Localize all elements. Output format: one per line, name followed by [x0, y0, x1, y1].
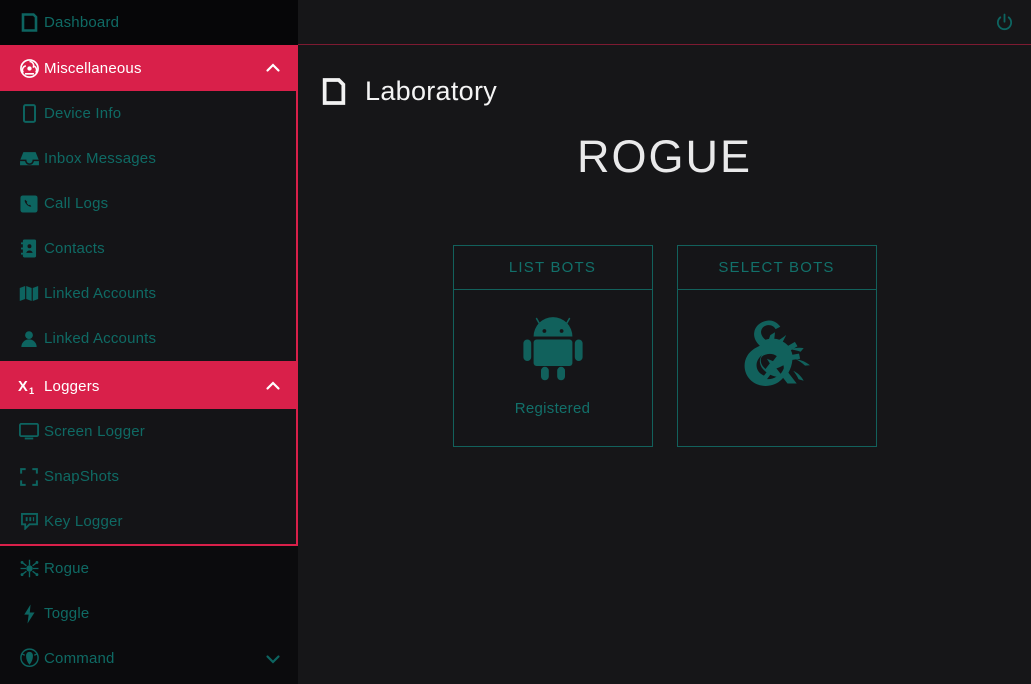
biohazard-icon	[14, 58, 44, 78]
sidebar-item-snapshots[interactable]: SnapShots	[0, 454, 296, 499]
android-robot-icon	[517, 311, 589, 388]
sidebar-item-label: Dashboard	[44, 14, 120, 31]
rogue-heading: ROGUE	[576, 131, 752, 182]
x-subscript-one-icon: X 1	[14, 376, 44, 396]
sidebar-item-key-logger[interactable]: Key Logger	[0, 499, 296, 544]
map-icon	[14, 285, 44, 302]
sidebar-item-label: Linked Accounts	[44, 330, 157, 347]
card-title: LIST BOTS	[453, 246, 652, 290]
user-icon	[14, 330, 44, 348]
svg-text:X: X	[18, 379, 28, 395]
sidebar-item-label: Contacts	[44, 240, 105, 257]
sidebar-item-label: Rogue	[44, 560, 90, 577]
spider-virus-icon	[14, 558, 44, 579]
sidebar-item-contacts[interactable]: Contacts	[0, 226, 296, 271]
sidebar-item-call-logs[interactable]: Call Logs	[0, 181, 296, 226]
chevron-down-icon[interactable]	[264, 650, 282, 668]
sidebar-item-label: Linked Accounts	[44, 285, 157, 302]
sidebar-item-dashboard[interactable]: Dashboard	[0, 0, 298, 45]
sidebar-submenu-miscellaneous: Device Info Inbox Messages Call Logs Con…	[0, 91, 298, 363]
sidebar-item-label: Device Info	[44, 105, 122, 122]
sidebar-item-label: Screen Logger	[44, 423, 146, 440]
sidebar-item-command[interactable]: Command	[0, 636, 298, 681]
sidebar-group-label: Miscellaneous	[44, 59, 142, 77]
keyboard-chat-icon	[14, 513, 44, 530]
page-title: Laboratory	[365, 75, 498, 106]
chevron-up-icon[interactable]	[264, 59, 282, 77]
card-body: Registered	[454, 290, 652, 446]
sidebar-item-device-info[interactable]: Device Info	[0, 91, 296, 136]
bot-cards-container: LIST BOTS Registered SELECT BOTS	[298, 245, 1031, 447]
card-title: SELECT BOTS	[677, 246, 876, 290]
sidebar-item-label: Toggle	[44, 605, 90, 622]
sidebar-group-loggers[interactable]: X 1 Loggers	[0, 363, 298, 409]
sidebar-item-label: Command	[44, 650, 115, 667]
sidebar-item-rogue[interactable]: Rogue	[0, 546, 298, 591]
expand-frame-icon	[14, 467, 44, 486]
sidebar-item-label: Inbox Messages	[44, 150, 157, 167]
page-header: Laboratory	[298, 45, 1031, 107]
chevron-up-icon[interactable]	[264, 377, 282, 395]
sidebar-item-label: SnapShots	[44, 468, 120, 485]
app-root: Dashboard Miscellaneous Device Info Inbo…	[0, 0, 1031, 684]
card-body	[678, 290, 876, 446]
card-select-bots[interactable]: SELECT BOTS	[676, 245, 877, 447]
power-icon[interactable]	[993, 11, 1015, 33]
inbox-icon	[14, 150, 44, 167]
shielded-figure-icon	[14, 648, 44, 669]
main-content: Laboratory ROGUE LIST BOTS Registered SE…	[298, 0, 1031, 684]
phone-call-icon	[14, 194, 44, 213]
sidebar: Dashboard Miscellaneous Device Info Inbo…	[0, 0, 298, 684]
sidebar-item-label: Call Logs	[44, 195, 109, 212]
mobile-device-icon	[320, 75, 348, 107]
sidebar-group-label: Loggers	[44, 377, 100, 395]
mobile-phone-icon	[14, 104, 44, 123]
card-status: Registered	[514, 400, 591, 417]
sidebar-item-gps[interactable]: Linked Accounts	[0, 271, 296, 316]
lightning-bolt-icon	[14, 603, 44, 624]
top-bar	[298, 0, 1031, 45]
monitor-icon	[14, 423, 44, 440]
sidebar-item-linked-accounts[interactable]: Linked Accounts	[0, 316, 296, 361]
address-book-icon	[14, 239, 44, 258]
sidebar-item-label: Key Logger	[44, 513, 123, 530]
dragon-ampersand-icon	[735, 318, 819, 399]
sidebar-item-screen-logger[interactable]: Screen Logger	[0, 409, 296, 454]
mobile-device-icon	[14, 13, 44, 32]
sidebar-submenu-loggers: Screen Logger SnapShots Key Logger	[0, 409, 298, 546]
sidebar-group-miscellaneous[interactable]: Miscellaneous	[0, 45, 298, 91]
svg-text:1: 1	[29, 386, 34, 396]
sidebar-item-toggle[interactable]: Toggle	[0, 591, 298, 636]
sidebar-item-inbox-messages[interactable]: Inbox Messages	[0, 136, 296, 181]
card-list-bots[interactable]: LIST BOTS Registered	[452, 245, 653, 447]
